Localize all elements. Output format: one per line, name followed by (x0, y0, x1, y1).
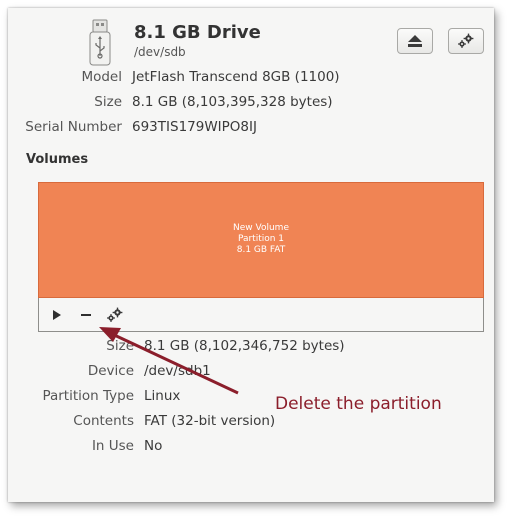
serial-number-label: Serial Number (25, 119, 122, 135)
delete-partition-button[interactable] (77, 306, 95, 324)
partition-inuse-value: No (144, 438, 163, 454)
eject-button[interactable] (397, 28, 433, 54)
volume-toolbar (38, 298, 484, 332)
partition-settings-button[interactable] (106, 306, 124, 324)
minus-icon (81, 314, 91, 316)
partition-contents-label: Contents (73, 413, 134, 429)
partition-1-block[interactable]: New Volume Partition 1 8.1 GB FAT (38, 182, 484, 298)
drive-size-label: Size (94, 94, 122, 110)
partition-label: New Volume Partition 1 8.1 GB FAT (39, 223, 483, 256)
annotation-text: Delete the partition (275, 394, 442, 414)
volumes-heading: Volumes (26, 152, 89, 167)
serial-number-value: 693TIS179WIPO8IJ (132, 119, 257, 135)
play-icon (53, 310, 61, 320)
partition-device-value: /dev/sdb1 (144, 363, 211, 379)
eject-icon (408, 35, 422, 47)
partition-type-value: Linux (144, 388, 181, 404)
partition-number: Partition 1 (237, 234, 285, 244)
partition-inuse-label: In Use (91, 438, 134, 454)
usb-drive-icon (84, 18, 116, 68)
gear-icon (458, 33, 474, 48)
drive-device-path: /dev/sdb (134, 45, 186, 59)
model-value: JetFlash Transcend 8GB (1100) (132, 69, 340, 85)
partition-size-fs: 8.1 GB FAT (236, 245, 286, 255)
partition-contents-value: FAT (32-bit version) (144, 413, 276, 429)
partition-name: New Volume (233, 223, 289, 233)
drive-title: 8.1 GB Drive (134, 22, 261, 43)
partition-type-label: Partition Type (42, 388, 134, 404)
partition-size-value: 8.1 GB (8,102,346,752 bytes) (144, 338, 345, 354)
partition-device-label: Device (87, 363, 134, 379)
partition-size-label: Size (106, 338, 134, 354)
disk-details-panel: 8.1 GB Drive /dev/sdb Model JetFlash Tra… (8, 8, 494, 502)
drive-size-value: 8.1 GB (8,103,395,328 bytes) (132, 94, 333, 110)
mount-button[interactable] (48, 306, 66, 324)
gears-icon (107, 307, 123, 322)
drive-settings-button[interactable] (448, 28, 484, 54)
model-label: Model (81, 69, 122, 85)
